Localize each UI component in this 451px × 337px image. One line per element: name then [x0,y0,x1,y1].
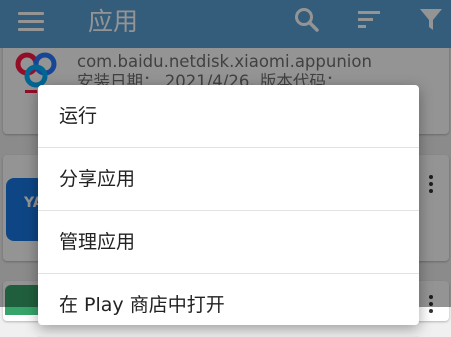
menu-item-run[interactable]: 运行 [38,85,419,148]
app-actions-menu: 运行 分享应用 管理应用 在 Play 商店中打开 [38,85,419,337]
menu-item-open-in-play-store[interactable]: 在 Play 商店中打开 [38,274,419,337]
menu-item-manage-app[interactable]: 管理应用 [38,211,419,274]
menu-item-share-app[interactable]: 分享应用 [38,148,419,211]
